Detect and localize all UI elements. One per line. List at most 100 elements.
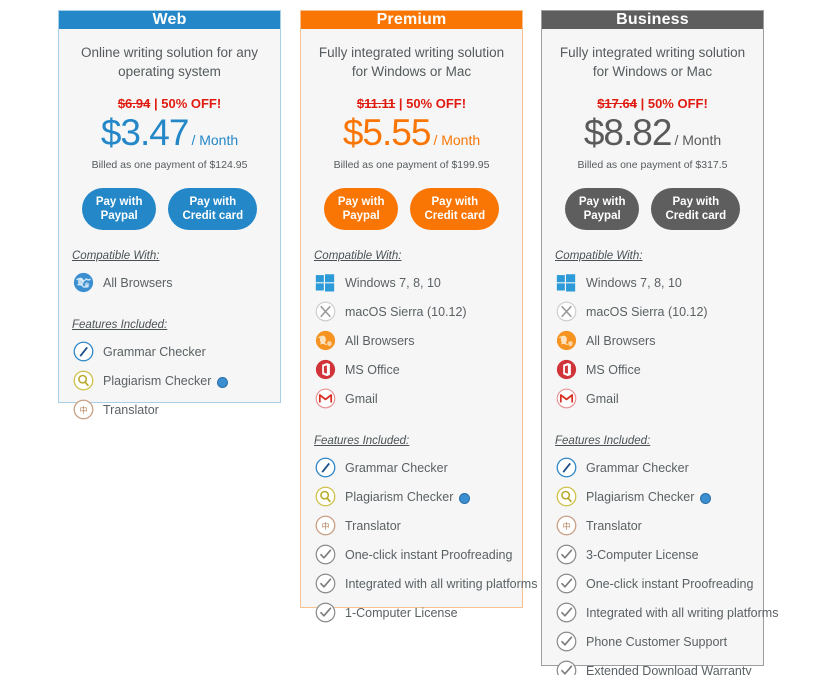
button-line-1: Pay with (95, 196, 143, 208)
check-icon (555, 544, 577, 566)
old-price: $11.11 (356, 96, 396, 111)
button-line-2: Credit card (424, 210, 486, 222)
list-item-label: Grammar Checker (103, 344, 206, 359)
pricing-table: Web Online writing solution for any oper… (0, 0, 836, 675)
list-item: One-click instant Proofreading (312, 540, 513, 569)
list-item: Plagiarism Checker (70, 366, 269, 395)
list-item-label: Translator (345, 518, 401, 533)
price-amount: $8.82 (583, 112, 673, 153)
list-item-label: Grammar Checker (586, 460, 689, 475)
list-item-label: All Browsers (586, 333, 656, 348)
plan-tagline: Online writing solution for any operatin… (80, 45, 259, 79)
price-period: / Month (433, 132, 481, 148)
list-item-label: Translator (586, 518, 642, 533)
info-icon[interactable] (459, 493, 471, 504)
windows-icon (555, 272, 577, 294)
plagiarism-checker-icon (555, 486, 577, 508)
pay-with-credit-card-button[interactable]: Pay with Credit card (410, 188, 500, 230)
old-price: $6.94 (117, 96, 151, 111)
list-item: Gmail (312, 384, 511, 413)
info-icon[interactable] (217, 377, 229, 388)
list-item-label: Phone Customer Support (586, 634, 728, 649)
pricing-card-web: Web Online writing solution for any oper… (58, 10, 281, 420)
list-item: Integrated with all writing platforms (553, 598, 778, 627)
button-line-1: Pay with (431, 196, 479, 208)
list-item: Grammar Checker (312, 453, 511, 482)
pay-with-credit-card-button[interactable]: Pay with Credit card (168, 188, 258, 230)
features-included-label: Features Included: (555, 435, 651, 447)
check-icon (555, 631, 577, 653)
compatible-with-label: Compatible With: (555, 250, 643, 262)
discount-row: $17.64 | 50% OFF! (553, 96, 752, 111)
globe-blue-icon (72, 272, 94, 294)
list-item: Extended Download Warranty (553, 656, 752, 675)
list-item-label: MS Office (345, 362, 400, 377)
list-item-label: Integrated with all writing platforms (586, 605, 779, 620)
list-item-label: Plagiarism Checker (586, 489, 695, 504)
discount-label: | 50% OFF! (640, 96, 708, 111)
pay-with-paypal-button[interactable]: Pay with Paypal (564, 188, 640, 230)
price-row: $8.82/ Month (553, 112, 752, 154)
features-included-label: Features Included: (72, 319, 168, 331)
list-item-label: All Browsers (345, 333, 415, 348)
list-item-label: Extended Download Warranty (586, 663, 752, 675)
price-period: / Month (191, 132, 239, 148)
list-item: All Browsers (553, 326, 752, 355)
list-item: 中 Translator (312, 511, 511, 540)
billing-note: Billed as one payment of $199.95 (333, 159, 490, 171)
macos-icon (555, 301, 577, 323)
list-item: Plagiarism Checker (312, 482, 511, 511)
button-line-1: Pay with (672, 196, 720, 208)
list-item-label: 1-Computer License (345, 605, 458, 620)
pay-with-paypal-button[interactable]: Pay with Paypal (323, 188, 399, 230)
ms-office-icon (555, 359, 577, 381)
list-item-label: Grammar Checker (345, 460, 448, 475)
pricing-card-premium: Premium Fully integrated writing solutio… (300, 10, 537, 623)
list-item: Grammar Checker (70, 337, 269, 366)
list-item: macOS Sierra (10.12) (312, 297, 511, 326)
info-icon[interactable] (700, 493, 712, 504)
check-icon (555, 660, 577, 675)
check-icon (555, 602, 577, 624)
svg-text:中: 中 (321, 521, 329, 531)
pricing-card-business: Business Fully integrated writing soluti… (541, 10, 778, 675)
list-item-label: One-click instant Proofreading (586, 576, 754, 591)
button-line-1: Pay with (337, 196, 385, 208)
list-item-label: macOS Sierra (10.12) (586, 304, 708, 319)
translator-icon: 中 (72, 399, 94, 421)
pay-with-paypal-button[interactable]: Pay with Paypal (81, 188, 157, 230)
list-item-label: 3-Computer License (586, 547, 699, 562)
list-item: 中 Translator (553, 511, 752, 540)
discount-label: | 50% OFF! (398, 96, 467, 111)
list-item-label: Plagiarism Checker (345, 489, 454, 504)
list-item-label: MS Office (586, 362, 641, 377)
list-item: MS Office (553, 355, 752, 384)
list-item: MS Office (312, 355, 511, 384)
ms-office-icon (314, 359, 336, 381)
list-item: 3-Computer License (553, 540, 752, 569)
translator-icon: 中 (314, 515, 336, 537)
compatible-with-label: Compatible With: (72, 250, 160, 262)
list-item: All Browsers (312, 326, 511, 355)
price-row: $5.55/ Month (312, 112, 511, 154)
list-item: 中 Translator (70, 395, 269, 424)
list-item-label: One-click instant Proofreading (345, 547, 513, 562)
plagiarism-checker-icon (314, 486, 336, 508)
plan-title-premium: Premium (301, 11, 522, 29)
list-item: All Browsers (70, 268, 269, 297)
check-icon (314, 544, 336, 566)
grammar-checker-icon (72, 341, 94, 363)
price-amount: $3.47 (100, 112, 190, 153)
grammar-checker-icon (314, 457, 336, 479)
svg-text:中: 中 (79, 405, 87, 415)
button-line-1: Pay with (189, 196, 237, 208)
list-item-label: Gmail (586, 391, 619, 406)
button-line-2: Credit card (665, 210, 727, 222)
list-item-label: macOS Sierra (10.12) (345, 304, 467, 319)
plan-tagline: Fully integrated writing solution for Wi… (559, 45, 746, 79)
plan-tagline: Fully integrated writing solution for Wi… (318, 45, 505, 79)
pay-with-credit-card-button[interactable]: Pay with Credit card (651, 188, 741, 230)
billing-note: Billed as one payment of $124.95 (91, 159, 248, 171)
plan-title-business: Business (542, 11, 763, 29)
payment-buttons: Pay with Paypal Pay with Credit card (553, 188, 752, 230)
